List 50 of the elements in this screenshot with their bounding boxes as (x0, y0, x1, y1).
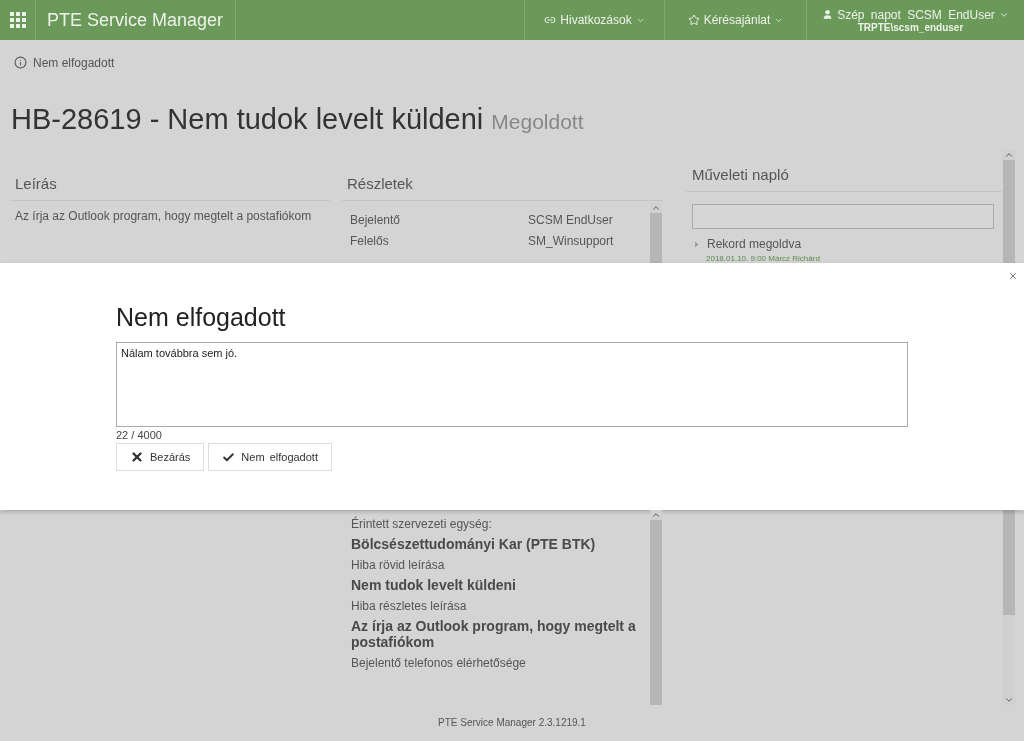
scroll-up-icon[interactable] (651, 203, 661, 213)
user-icon (822, 9, 834, 20)
scroll-up-icon[interactable] (1004, 150, 1014, 160)
user-menu[interactable]: Szép napot SCSM EndUser TRPTE\scsm_enduser (806, 0, 1024, 40)
detail-value: SCSM EndUser (528, 213, 614, 229)
scrollbar[interactable] (650, 510, 662, 705)
link-icon (544, 14, 557, 26)
nav-menu[interactable]: Hivatkozások (524, 0, 664, 40)
field-value: Az írja az Outlook program, hogy megtelt a postafiókom (351, 618, 637, 650)
status-text: Megoldott (491, 110, 584, 134)
scrollbar[interactable] (650, 203, 662, 263)
field-value: Bölcsészettudományi Kar (PTE BTK) (351, 536, 597, 552)
close-button[interactable] (1008, 271, 1018, 281)
nav-menu[interactable]: Kérésajánlat (664, 0, 806, 40)
reject-button[interactable]: Nem elfogadott (208, 443, 332, 471)
field-label: Érintett szervezeti egység: (351, 517, 493, 531)
field-value: Nem tudok levelt küldeni (351, 577, 517, 593)
detail-value: SM_Winsupport (528, 234, 615, 250)
page-scrollbar[interactable] (1003, 510, 1015, 705)
panel-heading: Leírás (15, 175, 58, 192)
log-entry-meta: 2018.01.10. 9:00 Márcz Richárd (706, 254, 821, 263)
panel-heading: Műveleti napló (692, 166, 790, 183)
description-text: Az írja az Outlook program, hogy megtelt a postafiókom (15, 209, 313, 223)
dialog-title: Nem elfogadott (116, 303, 287, 332)
check-icon (222, 450, 236, 464)
log-search-field[interactable] (692, 204, 994, 229)
field-label: Bejelentő telefonos elérhetősége (351, 656, 527, 670)
character-counter: 22 / 4000 (116, 429, 163, 441)
comment-field[interactable]: Nálam továbbra sem jó. (116, 342, 908, 427)
close-dialog-button[interactable]: Bezárás (116, 443, 205, 471)
expand-icon[interactable] (692, 239, 701, 249)
app-title[interactable]: PTE Service Manager (36, 0, 236, 40)
scroll-down-icon[interactable] (1004, 695, 1014, 705)
info-icon (14, 56, 27, 69)
user-greeting: Szép napot SCSM EndUser (837, 7, 995, 22)
scroll-up-icon[interactable] (651, 510, 661, 520)
star-icon (687, 14, 700, 26)
page-title: HB-28619 - Nem tudok levelt küldeni (11, 102, 484, 136)
app-grid-icon[interactable] (9, 12, 26, 28)
page-scrollbar[interactable] (1003, 150, 1015, 263)
log-entry-title[interactable]: Rekord megoldva (692, 237, 1002, 251)
detail-label: Felelős (350, 234, 390, 250)
panel-heading: Részletek (347, 175, 414, 192)
breadcrumb-text: Nem elfogadott (33, 56, 115, 70)
user-account: TRPTE\scsm_enduser (857, 21, 964, 33)
detail-label: Bejelentő (350, 213, 402, 229)
field-label: Hiba rövid leírása (351, 558, 446, 572)
field-label: Hiba részletes leírása (351, 599, 468, 613)
close-icon (130, 450, 144, 464)
footer-version: PTE Service Manager 2.3.1219.1 (438, 717, 586, 730)
